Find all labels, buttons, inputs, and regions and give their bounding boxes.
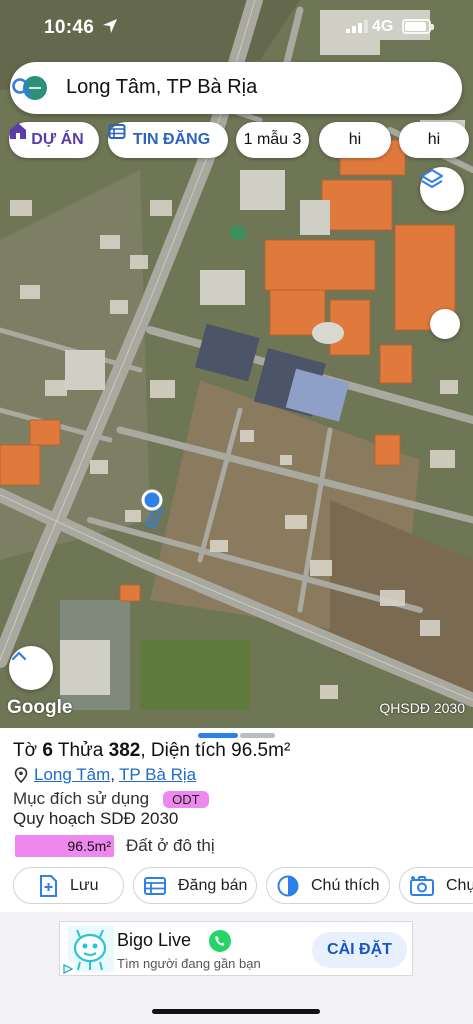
sheet-prefix: Tờ [13,740,43,761]
chip-label: DỰ ÁN [31,131,84,148]
camera-icon [410,875,434,897]
chevron-up-icon [11,651,27,661]
chip-label: 1 mẫu 3 [243,131,302,148]
chip-label: TIN ĐĂNG [132,131,211,148]
status-time: 10:46 [44,17,95,38]
panel-handle[interactable] [240,733,275,738]
search-query[interactable]: Long Tâm, TP Bà Rịa [66,76,257,99]
land-use-row: Mục đích sử dụng ODT [13,789,209,809]
parcel-location: Long Tâm , TP Bà Rịa [14,765,196,785]
google-attribution: Google [7,697,73,718]
parcel-area: , Diện tích 96.5m² [140,740,291,761]
save-button[interactable]: Lưu [13,867,124,904]
chip-hi-2[interactable]: hi [399,122,469,158]
whatsapp-icon [209,930,231,952]
plan-title: Quy hoạch SDĐ 2030 [13,809,179,828]
map-layer-label: QHSDĐ 2030 [379,700,465,716]
parcel-info-panel: Tờ 6 Thửa 382, Diện tích 96.5m² Long Tâm… [0,728,473,912]
current-location-dot [141,489,164,530]
layers-icon [421,169,443,188]
chip-du-an[interactable]: DỰ ÁN [9,122,99,158]
ad-banner[interactable]: Bigo Live Tìm người đang gần bạn CÀI ĐẶT [59,921,413,976]
plan-area-bar: 96.5m² [15,835,114,857]
battery-icon [402,19,434,34]
chip-hi-1[interactable]: hi [319,122,391,158]
search-bar[interactable]: Long Tâm, TP Bà Rịa [10,62,462,114]
plot-prefix: Thửa [52,740,109,761]
signal-icon [346,20,368,33]
plan-description: Đất ở đô thị [126,836,215,855]
land-use-badge: ODT [163,790,209,808]
expand-panel-button[interactable] [9,646,53,690]
ward-link[interactable]: Long Tâm [34,765,110,785]
home-indicator [152,1009,320,1014]
satellite-map[interactable]: 10:46 4G Long Tâm, TP Bà Rịa DỰ ÁN TIN Đ… [0,0,473,730]
capture-button[interactable]: Chụp [399,867,473,904]
map-side-button[interactable] [430,309,460,339]
location-arrow-icon [103,19,117,33]
location-separator: , [110,765,115,784]
status-bar: 10:46 4G [0,0,473,52]
network-type: 4G [372,18,394,35]
install-button[interactable]: CÀI ĐẶT [312,932,407,968]
list-for-sale-button[interactable]: Đăng bán [133,867,257,904]
layers-button[interactable] [420,167,464,211]
legend-label: Chú thích [311,876,380,894]
add-bookmark-icon [38,874,58,897]
ad-title: Bigo Live [117,930,192,950]
parcel-title: Tờ 6 Thửa 382, Diện tích 96.5m² [13,740,290,762]
city-link[interactable]: TP Bà Rịa [119,765,196,785]
listing-icon [144,876,166,896]
adchoices-icon[interactable] [61,963,75,975]
legend-icon [277,875,299,897]
search-icon[interactable] [10,76,34,100]
list-for-sale-label: Đăng bán [178,876,248,894]
chip-filter-1-mau-3[interactable]: 1 mẫu 3 [236,122,309,158]
sheet-number: 6 [42,740,53,761]
chip-label: hi [348,131,362,148]
map-pin-icon [14,767,28,783]
panel-handle-active[interactable] [198,733,238,738]
ad-subtitle: Tìm người đang gần bạn [117,956,261,971]
capture-label: Chụp [446,876,473,894]
legend-button[interactable]: Chú thích [266,867,390,904]
plot-number: 382 [108,740,141,761]
chip-tin-dang[interactable]: TIN ĐĂNG [108,122,228,158]
land-use-label: Mục đích sử dụng [13,789,150,808]
save-label: Lưu [70,876,99,894]
chip-label: hi [427,131,441,148]
